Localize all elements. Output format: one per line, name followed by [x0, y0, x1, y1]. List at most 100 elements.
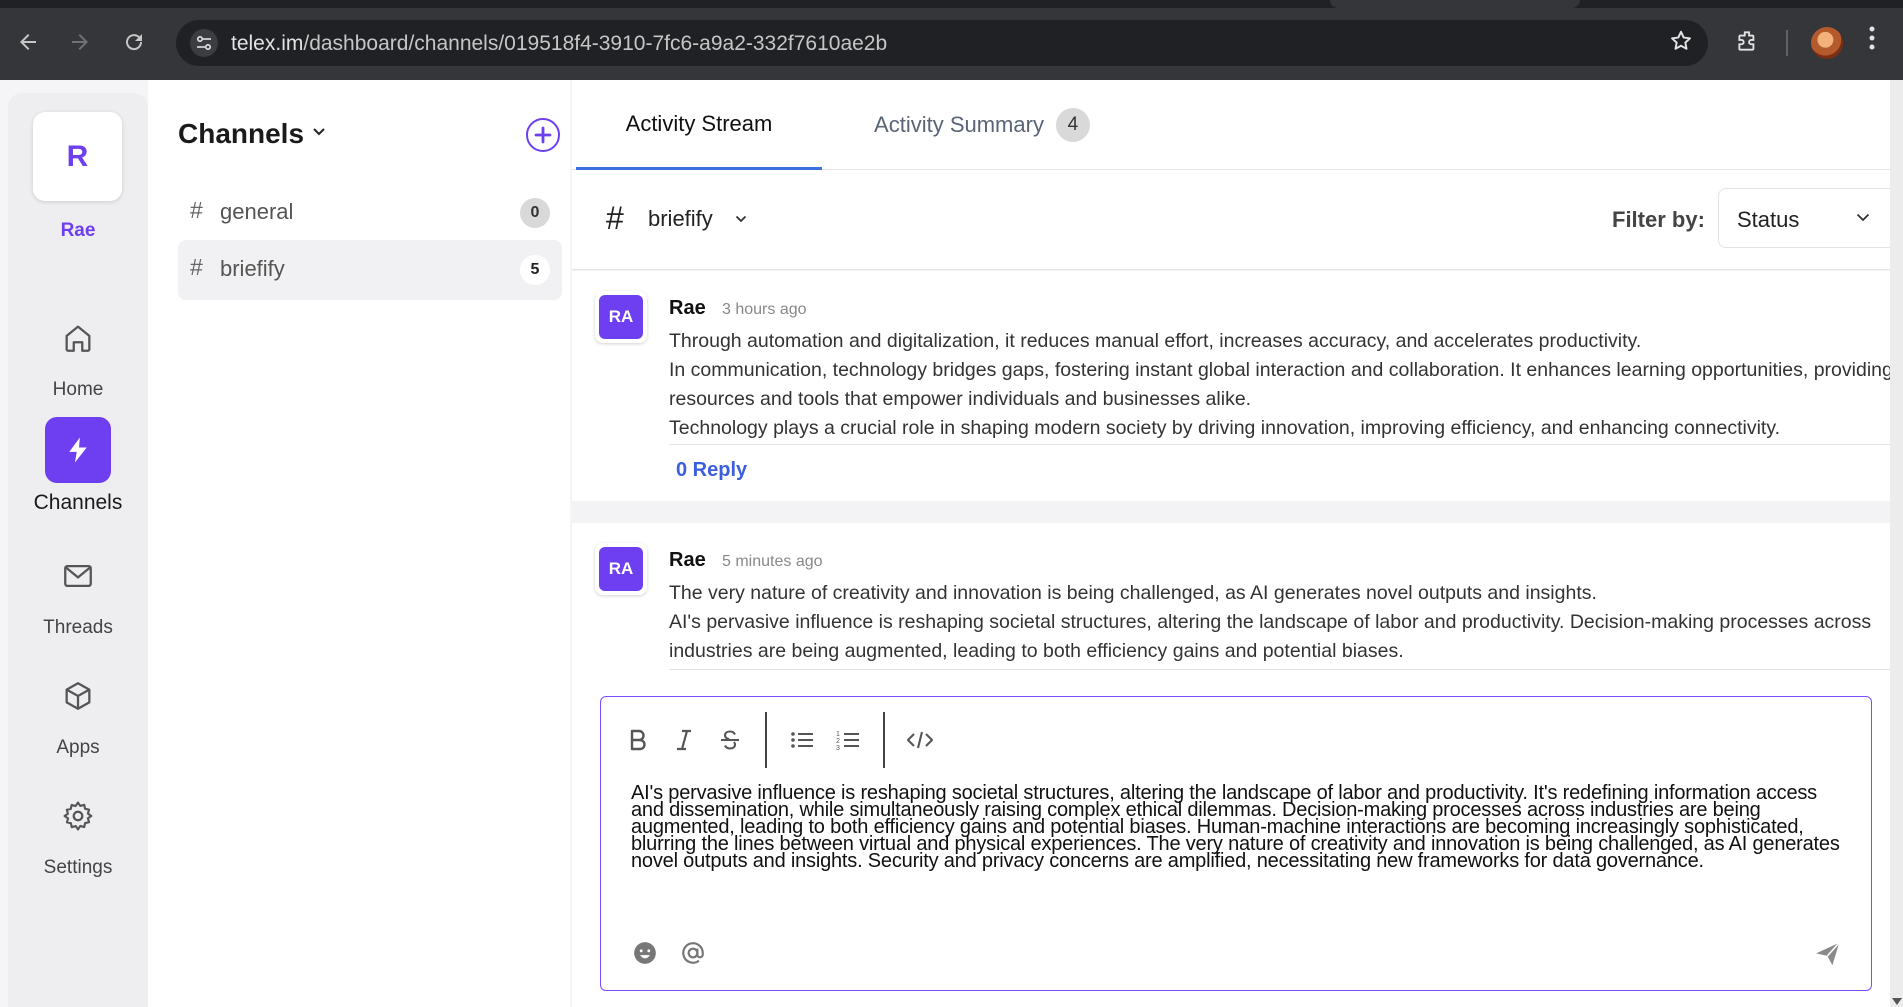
chevron-down-icon[interactable]: [735, 210, 747, 226]
left-rail: R Rae Home Channels Threads Apps Setting…: [8, 93, 148, 1007]
site-info-icon[interactable]: [190, 29, 218, 57]
url-host: telex.im: [231, 32, 304, 55]
url-path: /dashboard/channels/019518f4-3910-7fc6-a…: [303, 32, 888, 55]
tab-label: Activity Summary: [874, 112, 1044, 137]
hash-icon: #: [606, 200, 624, 236]
avatar-initials: RA: [599, 547, 643, 591]
tab-activity-summary[interactable]: Activity Summary 4: [862, 80, 1102, 170]
channels-panel: Channels # general 0 # briefify 5: [148, 80, 570, 1007]
tab-activity-stream[interactable]: Activity Stream: [576, 80, 822, 170]
message-author[interactable]: Rae: [669, 297, 706, 320]
tab-bar: Activity Stream Activity Summary 4: [572, 80, 1890, 170]
message-line: Through automation and digitalization, i…: [669, 330, 1642, 352]
channel-item-briefify[interactable]: # briefify 5: [178, 240, 562, 300]
svg-text:3: 3: [836, 745, 840, 752]
send-icon[interactable]: [1813, 939, 1845, 971]
message-author[interactable]: Rae: [669, 549, 706, 572]
channel-name: general: [220, 199, 294, 224]
emoji-icon[interactable]: [629, 937, 661, 969]
browser-chrome: telex.im/dashboard/channels/019518f4-391…: [0, 0, 1903, 80]
extensions-icon[interactable]: [1733, 26, 1763, 56]
channels-title[interactable]: Channels: [178, 118, 304, 150]
divider: [669, 669, 1890, 670]
message-body: The very nature of creativity and innova…: [669, 579, 1894, 666]
url-text: telex.im/dashboard/channels/019518f4-391…: [231, 32, 887, 56]
rail-item-channels[interactable]: Channels: [8, 417, 148, 515]
org-avatar[interactable]: R: [33, 112, 122, 201]
bolt-icon: [45, 417, 111, 483]
tab-strip: [0, 0, 1903, 8]
message-line: The very nature of creativity and innova…: [669, 582, 1597, 604]
mail-icon: [45, 543, 111, 609]
channel-subbar: # briefify Filter by: Status: [572, 170, 1890, 270]
message-line: AI's pervasive influence is reshaping so…: [669, 611, 1872, 662]
unread-count-badge: 0: [520, 198, 550, 228]
tab-label: Activity Stream: [625, 110, 773, 136]
avatar-initials: RA: [599, 295, 643, 339]
hash-icon: #: [190, 254, 203, 280]
home-icon: [45, 305, 111, 371]
reply-link[interactable]: 0 Reply: [676, 459, 747, 482]
strikethrough-icon[interactable]: [707, 717, 753, 763]
app-root: R Rae Home Channels Threads Apps Setting…: [0, 80, 1893, 1007]
browser-tab[interactable]: [1330, 0, 1580, 8]
rail-item-apps[interactable]: Apps: [8, 663, 148, 759]
toolbar-separator: [765, 712, 767, 768]
rail-label-settings: Settings: [43, 857, 113, 878]
message-line: In communication, technology bridges gap…: [669, 359, 1893, 410]
bullet-list-icon[interactable]: [779, 717, 825, 763]
composer-toolbar: 123: [615, 707, 943, 773]
channel-name: briefify: [220, 256, 285, 281]
filter-select[interactable]: Status: [1718, 188, 1890, 248]
toolbar-separator: [883, 712, 885, 768]
address-bar[interactable]: telex.im/dashboard/channels/019518f4-391…: [176, 20, 1708, 66]
filter-value: Status: [1737, 207, 1800, 232]
forward-icon[interactable]: [64, 26, 96, 58]
message-time: 3 hours ago: [722, 301, 807, 318]
italic-icon[interactable]: [661, 717, 707, 763]
avatar[interactable]: RA: [595, 543, 647, 595]
channel-item-general[interactable]: # general 0: [178, 183, 562, 243]
bookmark-star-icon[interactable]: [1668, 28, 1694, 61]
composer-actions: [629, 937, 709, 969]
message-body: Through automation and digitalization, i…: [669, 327, 1894, 443]
message-time: 5 minutes ago: [722, 553, 823, 570]
code-icon[interactable]: [897, 717, 943, 763]
rail-item-threads[interactable]: Threads: [8, 543, 148, 639]
rail-label-apps: Apps: [56, 737, 100, 758]
hash-icon: #: [190, 197, 203, 223]
avatar[interactable]: RA: [595, 291, 647, 343]
numbered-list-icon[interactable]: 123: [825, 717, 871, 763]
scroll-down-icon[interactable]: [1892, 998, 1902, 1005]
rail-label-threads: Threads: [43, 617, 113, 638]
chevron-down-icon[interactable]: [312, 124, 326, 142]
divider: [669, 444, 1890, 445]
back-icon[interactable]: [12, 26, 44, 58]
org-name: Rae: [60, 220, 96, 241]
main-panel: Activity Stream Activity Summary 4 # bri…: [572, 80, 1893, 1007]
chevron-down-icon: [1856, 209, 1870, 225]
rail-item-settings[interactable]: Settings: [8, 783, 148, 879]
profile-avatar[interactable]: [1811, 27, 1843, 59]
cube-icon: [45, 663, 111, 729]
rail-label-channels: Channels: [33, 491, 123, 514]
composer-input[interactable]: AI's pervasive influence is reshaping so…: [631, 783, 1846, 871]
message-card: RA Rae 3 hours ago Through automation an…: [572, 271, 1893, 501]
svg-text:2: 2: [836, 738, 840, 745]
svg-text:1: 1: [836, 731, 840, 738]
channel-selector[interactable]: briefify: [648, 206, 713, 232]
bold-icon[interactable]: [615, 717, 661, 763]
rail-item-home[interactable]: Home: [8, 305, 148, 401]
toolbar-separator: [1786, 30, 1788, 56]
summary-count-badge: 4: [1055, 108, 1090, 142]
message-composer[interactable]: 123 AI's pervasive influence is reshapin…: [600, 696, 1872, 991]
add-channel-button[interactable]: [526, 118, 560, 152]
unread-count-badge: 5: [520, 255, 550, 285]
filter-label: Filter by:: [1612, 207, 1705, 232]
gear-icon: [45, 783, 111, 849]
rail-label-home: Home: [52, 379, 104, 400]
page-scrollbar[interactable]: [1890, 80, 1903, 1007]
more-menu-icon[interactable]: [1868, 24, 1876, 59]
mention-icon[interactable]: [677, 937, 709, 969]
reload-icon[interactable]: [118, 26, 150, 58]
